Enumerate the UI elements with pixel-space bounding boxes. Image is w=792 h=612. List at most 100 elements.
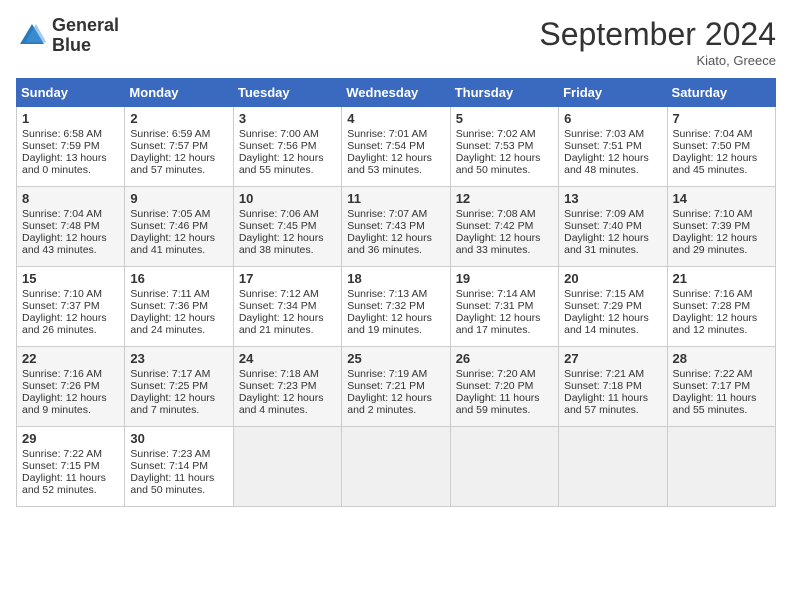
sunrise-text: Sunrise: 7:16 AM	[673, 288, 753, 300]
sunrise-text: Sunrise: 7:04 AM	[673, 128, 753, 140]
sunset-text: Sunset: 7:32 PM	[347, 300, 425, 312]
sunset-text: Sunset: 7:39 PM	[673, 220, 751, 232]
calendar-cell: 24Sunrise: 7:18 AMSunset: 7:23 PMDayligh…	[233, 347, 341, 427]
col-tuesday: Tuesday	[233, 79, 341, 107]
calendar-cell: 9Sunrise: 7:05 AMSunset: 7:46 PMDaylight…	[125, 187, 233, 267]
daylight-label: Daylight: 12 hours and 31 minutes.	[564, 232, 649, 256]
sunset-text: Sunset: 7:28 PM	[673, 300, 751, 312]
day-number: 29	[22, 431, 119, 446]
calendar-week-row: 8Sunrise: 7:04 AMSunset: 7:48 PMDaylight…	[17, 187, 776, 267]
sunrise-text: Sunrise: 7:00 AM	[239, 128, 319, 140]
col-saturday: Saturday	[667, 79, 775, 107]
calendar-cell: 26Sunrise: 7:20 AMSunset: 7:20 PMDayligh…	[450, 347, 558, 427]
day-number: 14	[673, 191, 770, 206]
calendar-cell: 27Sunrise: 7:21 AMSunset: 7:18 PMDayligh…	[559, 347, 667, 427]
sunset-text: Sunset: 7:43 PM	[347, 220, 425, 232]
sunrise-text: Sunrise: 6:59 AM	[130, 128, 210, 140]
sunrise-text: Sunrise: 7:01 AM	[347, 128, 427, 140]
sunset-text: Sunset: 7:40 PM	[564, 220, 642, 232]
day-number: 4	[347, 111, 444, 126]
calendar-cell: 25Sunrise: 7:19 AMSunset: 7:21 PMDayligh…	[342, 347, 450, 427]
daylight-label: Daylight: 12 hours and 50 minutes.	[456, 152, 541, 176]
daylight-label: Daylight: 12 hours and 21 minutes.	[239, 312, 324, 336]
daylight-label: Daylight: 12 hours and 17 minutes.	[456, 312, 541, 336]
col-monday: Monday	[125, 79, 233, 107]
day-number: 24	[239, 351, 336, 366]
day-number: 6	[564, 111, 661, 126]
day-number: 28	[673, 351, 770, 366]
day-number: 22	[22, 351, 119, 366]
sunset-text: Sunset: 7:59 PM	[22, 140, 100, 152]
daylight-label: Daylight: 12 hours and 53 minutes.	[347, 152, 432, 176]
sunrise-text: Sunrise: 7:19 AM	[347, 368, 427, 380]
sunset-text: Sunset: 7:54 PM	[347, 140, 425, 152]
calendar-cell: 23Sunrise: 7:17 AMSunset: 7:25 PMDayligh…	[125, 347, 233, 427]
sunset-text: Sunset: 7:25 PM	[130, 380, 208, 392]
day-number: 8	[22, 191, 119, 206]
sunrise-text: Sunrise: 7:12 AM	[239, 288, 319, 300]
logo-icon	[16, 20, 48, 52]
sunset-text: Sunset: 7:34 PM	[239, 300, 317, 312]
sunrise-text: Sunrise: 7:02 AM	[456, 128, 536, 140]
sunrise-text: Sunrise: 7:16 AM	[22, 368, 102, 380]
logo-text: General Blue	[52, 16, 119, 56]
calendar-cell: 20Sunrise: 7:15 AMSunset: 7:29 PMDayligh…	[559, 267, 667, 347]
sunrise-text: Sunrise: 7:07 AM	[347, 208, 427, 220]
sunrise-text: Sunrise: 7:14 AM	[456, 288, 536, 300]
sunrise-text: Sunrise: 7:21 AM	[564, 368, 644, 380]
day-number: 10	[239, 191, 336, 206]
sunset-text: Sunset: 7:36 PM	[130, 300, 208, 312]
daylight-label: Daylight: 11 hours and 52 minutes.	[22, 472, 106, 496]
sunrise-text: Sunrise: 7:05 AM	[130, 208, 210, 220]
calendar-cell	[342, 427, 450, 507]
daylight-label: Daylight: 11 hours and 55 minutes.	[673, 392, 757, 416]
daylight-label: Daylight: 12 hours and 36 minutes.	[347, 232, 432, 256]
day-number: 16	[130, 271, 227, 286]
day-number: 18	[347, 271, 444, 286]
daylight-label: Daylight: 12 hours and 14 minutes.	[564, 312, 649, 336]
day-number: 5	[456, 111, 553, 126]
sunset-text: Sunset: 7:21 PM	[347, 380, 425, 392]
sunset-text: Sunset: 7:15 PM	[22, 460, 100, 472]
calendar-cell: 15Sunrise: 7:10 AMSunset: 7:37 PMDayligh…	[17, 267, 125, 347]
daylight-label: Daylight: 12 hours and 7 minutes.	[130, 392, 215, 416]
day-number: 26	[456, 351, 553, 366]
calendar-cell	[559, 427, 667, 507]
calendar-week-row: 29Sunrise: 7:22 AMSunset: 7:15 PMDayligh…	[17, 427, 776, 507]
daylight-label: Daylight: 12 hours and 9 minutes.	[22, 392, 107, 416]
daylight-label: Daylight: 12 hours and 29 minutes.	[673, 232, 758, 256]
sunset-text: Sunset: 7:37 PM	[22, 300, 100, 312]
calendar-cell: 12Sunrise: 7:08 AMSunset: 7:42 PMDayligh…	[450, 187, 558, 267]
sunrise-text: Sunrise: 7:20 AM	[456, 368, 536, 380]
day-number: 17	[239, 271, 336, 286]
calendar-week-row: 22Sunrise: 7:16 AMSunset: 7:26 PMDayligh…	[17, 347, 776, 427]
sunrise-text: Sunrise: 7:08 AM	[456, 208, 536, 220]
day-number: 13	[564, 191, 661, 206]
calendar-cell: 14Sunrise: 7:10 AMSunset: 7:39 PMDayligh…	[667, 187, 775, 267]
sunset-text: Sunset: 7:50 PM	[673, 140, 751, 152]
sunset-text: Sunset: 7:14 PM	[130, 460, 208, 472]
calendar-table: Sunday Monday Tuesday Wednesday Thursday…	[16, 78, 776, 507]
day-number: 23	[130, 351, 227, 366]
day-number: 21	[673, 271, 770, 286]
calendar-cell	[233, 427, 341, 507]
sunset-text: Sunset: 7:42 PM	[456, 220, 534, 232]
sunrise-text: Sunrise: 7:23 AM	[130, 448, 210, 460]
sunset-text: Sunset: 7:17 PM	[673, 380, 751, 392]
sunset-text: Sunset: 7:23 PM	[239, 380, 317, 392]
calendar-cell: 19Sunrise: 7:14 AMSunset: 7:31 PMDayligh…	[450, 267, 558, 347]
calendar-cell	[450, 427, 558, 507]
sunrise-text: Sunrise: 7:18 AM	[239, 368, 319, 380]
sunrise-text: Sunrise: 7:10 AM	[22, 288, 102, 300]
col-wednesday: Wednesday	[342, 79, 450, 107]
sunrise-text: Sunrise: 7:22 AM	[673, 368, 753, 380]
daylight-label: Daylight: 12 hours and 48 minutes.	[564, 152, 649, 176]
sunset-text: Sunset: 7:20 PM	[456, 380, 534, 392]
col-thursday: Thursday	[450, 79, 558, 107]
day-number: 15	[22, 271, 119, 286]
sunrise-text: Sunrise: 7:15 AM	[564, 288, 644, 300]
day-number: 1	[22, 111, 119, 126]
sunset-text: Sunset: 7:45 PM	[239, 220, 317, 232]
sunrise-text: Sunrise: 6:58 AM	[22, 128, 102, 140]
sunset-text: Sunset: 7:51 PM	[564, 140, 642, 152]
